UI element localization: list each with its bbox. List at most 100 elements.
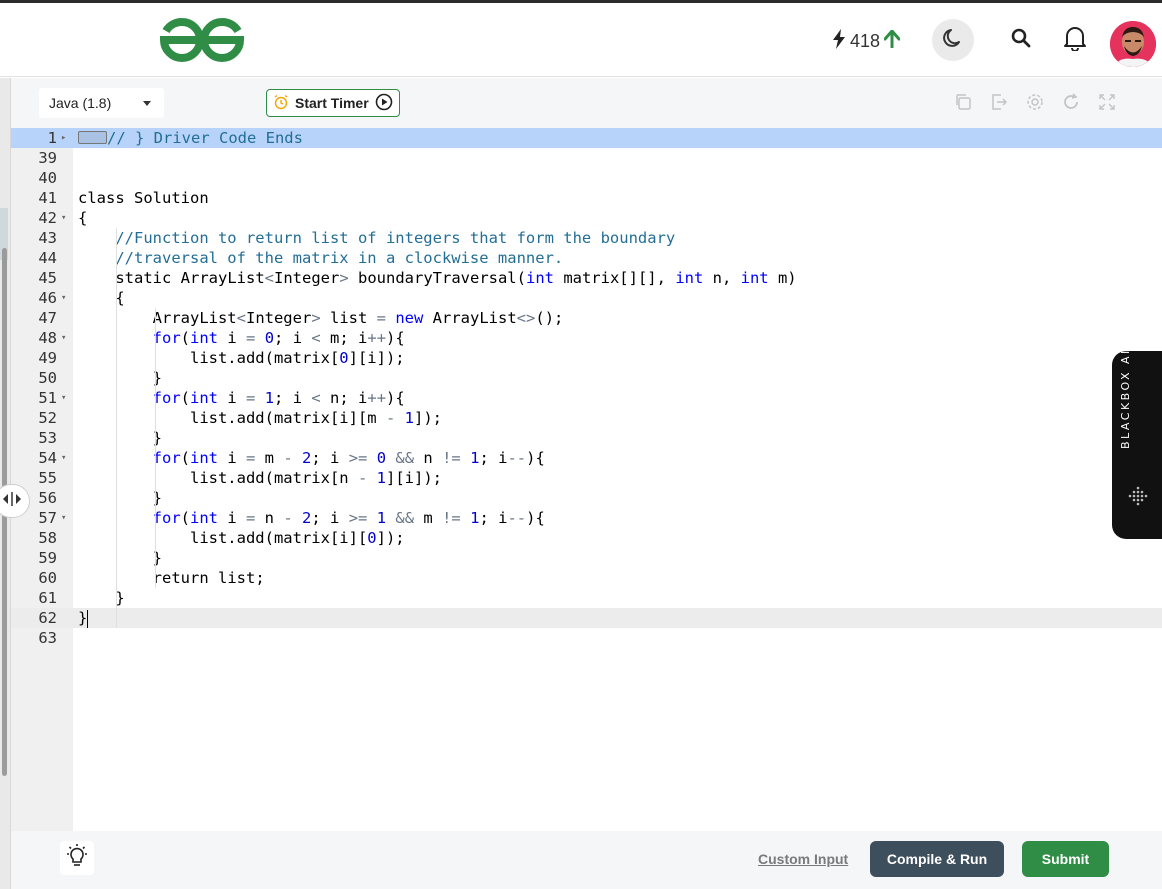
chevron-down-icon [143, 101, 151, 106]
blackbox-label: BLACKBOX AI [1119, 348, 1132, 449]
code-text: //Function to return list of integers th… [115, 229, 676, 247]
streak-count: 418 [850, 30, 881, 51]
line-number: 51 [38, 389, 57, 407]
code-line[interactable]: 53 } [11, 428, 1162, 448]
code-line[interactable]: 50 } [11, 368, 1162, 388]
code-line[interactable]: 47 ArrayList<Integer> list = new ArrayLi… [11, 308, 1162, 328]
code-text: for(int i = n - 2; i >= 1 && m != 1; i--… [152, 509, 545, 527]
code-line[interactable]: 62} [11, 608, 1162, 628]
line-number: 52 [38, 409, 57, 427]
code-line[interactable]: 51 ▾ for(int i = 1; i < n; i++){ [11, 388, 1162, 408]
line-number: 46 [38, 289, 57, 307]
play-circle-icon [375, 93, 393, 114]
code-line[interactable]: 52 list.add(matrix[i][m - 1]); [11, 408, 1162, 428]
compile-run-button[interactable]: Compile & Run [870, 841, 1004, 877]
line-number: 53 [38, 429, 57, 447]
code-line[interactable]: 57 ▾ for(int i = n - 2; i >= 1 && m != 1;… [11, 508, 1162, 528]
code-text: } [78, 429, 162, 447]
code-editor[interactable]: 1 ▸ // } Driver Code Ends 39 40 41 class Solut… [11, 128, 1162, 831]
editor-footer: Custom Input Compile & Run Submit [11, 831, 1162, 889]
code-text: for(int i = 1; i < n; i++){ [152, 389, 405, 407]
start-timer-label: Start Timer [295, 95, 369, 111]
language-select[interactable]: Java (1.8) [39, 88, 164, 118]
code-text: { [78, 209, 88, 227]
line-number: 58 [38, 529, 57, 547]
start-timer-button[interactable]: Start Timer [266, 89, 400, 117]
code-text: static ArrayList<Integer> boundaryTraver… [115, 269, 797, 287]
indent-guide [116, 228, 117, 628]
fold-toggle-icon[interactable]: ▾ [61, 508, 69, 528]
site-header: 418 [0, 3, 1162, 77]
fold-toggle-icon[interactable]: ▾ [61, 448, 69, 468]
export-icon[interactable] [989, 92, 1009, 112]
code-text: return list; [152, 569, 265, 587]
code-line[interactable]: 58 list.add(matrix[i][0]); [11, 528, 1162, 548]
lightbulb-icon [63, 842, 91, 875]
alarm-clock-icon [273, 94, 289, 113]
lightning-icon [832, 28, 846, 54]
fold-toggle-icon[interactable]: ▾ [61, 288, 69, 308]
text-cursor [87, 609, 89, 628]
line-number: 59 [38, 549, 57, 567]
submit-button[interactable]: Submit [1022, 841, 1109, 877]
gfg-logo-icon[interactable] [158, 17, 246, 63]
fold-toggle-icon[interactable]: ▾ [61, 328, 69, 348]
streak-counter[interactable]: 418 [832, 28, 901, 54]
code-line[interactable]: 39 [11, 148, 1162, 168]
fullscreen-icon[interactable] [1097, 92, 1117, 112]
line-number: 44 [38, 249, 57, 267]
line-number: 39 [38, 149, 57, 167]
notifications-button[interactable] [1054, 19, 1096, 61]
language-select-value: Java (1.8) [49, 95, 112, 111]
line-number: 48 [38, 329, 57, 347]
code-line[interactable]: 42 ▾ { [11, 208, 1162, 228]
code-text: } [78, 609, 89, 628]
code-text: // } Driver Code Ends [78, 128, 303, 148]
code-text: } [78, 549, 162, 567]
settings-icon[interactable] [1025, 92, 1045, 112]
avatar[interactable] [1110, 21, 1156, 67]
blackbox-ai-tab[interactable]: BLACKBOX AI [1112, 348, 1162, 539]
code-line[interactable]: 44 //traversal of the matrix in a clockw… [11, 248, 1162, 268]
code-text: for(int i = m - 2; i >= 0 && n != 1; i--… [152, 449, 545, 467]
reset-icon[interactable] [1061, 92, 1081, 112]
theme-toggle-button[interactable] [932, 19, 974, 61]
blackbox-logo-icon [1126, 485, 1150, 514]
code-text: } [78, 369, 162, 387]
code-line[interactable]: 55 list.add(matrix[n - 1][i]); [11, 468, 1162, 488]
app-root: 418 Java (1.8) Start Timer 1 ▸ //} Driv… [0, 0, 1162, 889]
hint-button[interactable] [60, 841, 94, 875]
code-text: //traversal of the matrix in a clockwise… [115, 249, 564, 267]
line-number: 43 [38, 229, 57, 247]
code-line[interactable]: 48 ▾ for(int i = 0; i < m; i++){ [11, 328, 1162, 348]
code-line[interactable]: 45 static ArrayList<Integer> boundaryTra… [11, 268, 1162, 288]
code-line[interactable]: 1 ▸ // } Driver Code Ends [11, 128, 1162, 148]
fold-toggle-icon[interactable]: ▾ [61, 388, 69, 408]
code-line[interactable]: 59 } [11, 548, 1162, 568]
code-text: { [78, 289, 125, 307]
custom-input-link[interactable]: Custom Input [758, 851, 848, 867]
code-text: list.add(matrix[i][0]); [78, 529, 405, 547]
code-line[interactable]: 60 return list; [11, 568, 1162, 588]
code-line[interactable]: 49 list.add(matrix[0][i]); [11, 348, 1162, 368]
code-line[interactable]: 41 class Solution [11, 188, 1162, 208]
code-line[interactable]: 63 [11, 628, 1162, 648]
fold-toggle-icon[interactable]: ▸ [61, 128, 69, 148]
code-line[interactable]: 54 ▾ for(int i = m - 2; i >= 0 && n != 1;… [11, 448, 1162, 468]
line-number: 40 [38, 169, 57, 187]
indent-guide [155, 308, 156, 588]
code-line[interactable]: 61 } [11, 588, 1162, 608]
line-number: 60 [38, 569, 57, 587]
code-text: list.add(matrix[0][i]); [78, 349, 405, 367]
code-line[interactable]: 43 //Function to return list of integers… [11, 228, 1162, 248]
code-line[interactable]: 56 } [11, 488, 1162, 508]
code-line[interactable]: 40 [11, 168, 1162, 188]
code-text: ArrayList<Integer> list = new ArrayList<… [78, 309, 564, 327]
search-button[interactable] [1000, 19, 1042, 61]
code-line[interactable]: 46 ▾ { [11, 288, 1162, 308]
folded-code-widget[interactable] [78, 131, 107, 144]
copy-icon[interactable] [953, 92, 973, 112]
resize-arrows-icon [0, 491, 24, 512]
line-number: 61 [38, 589, 57, 607]
fold-toggle-icon[interactable]: ▾ [61, 208, 69, 228]
